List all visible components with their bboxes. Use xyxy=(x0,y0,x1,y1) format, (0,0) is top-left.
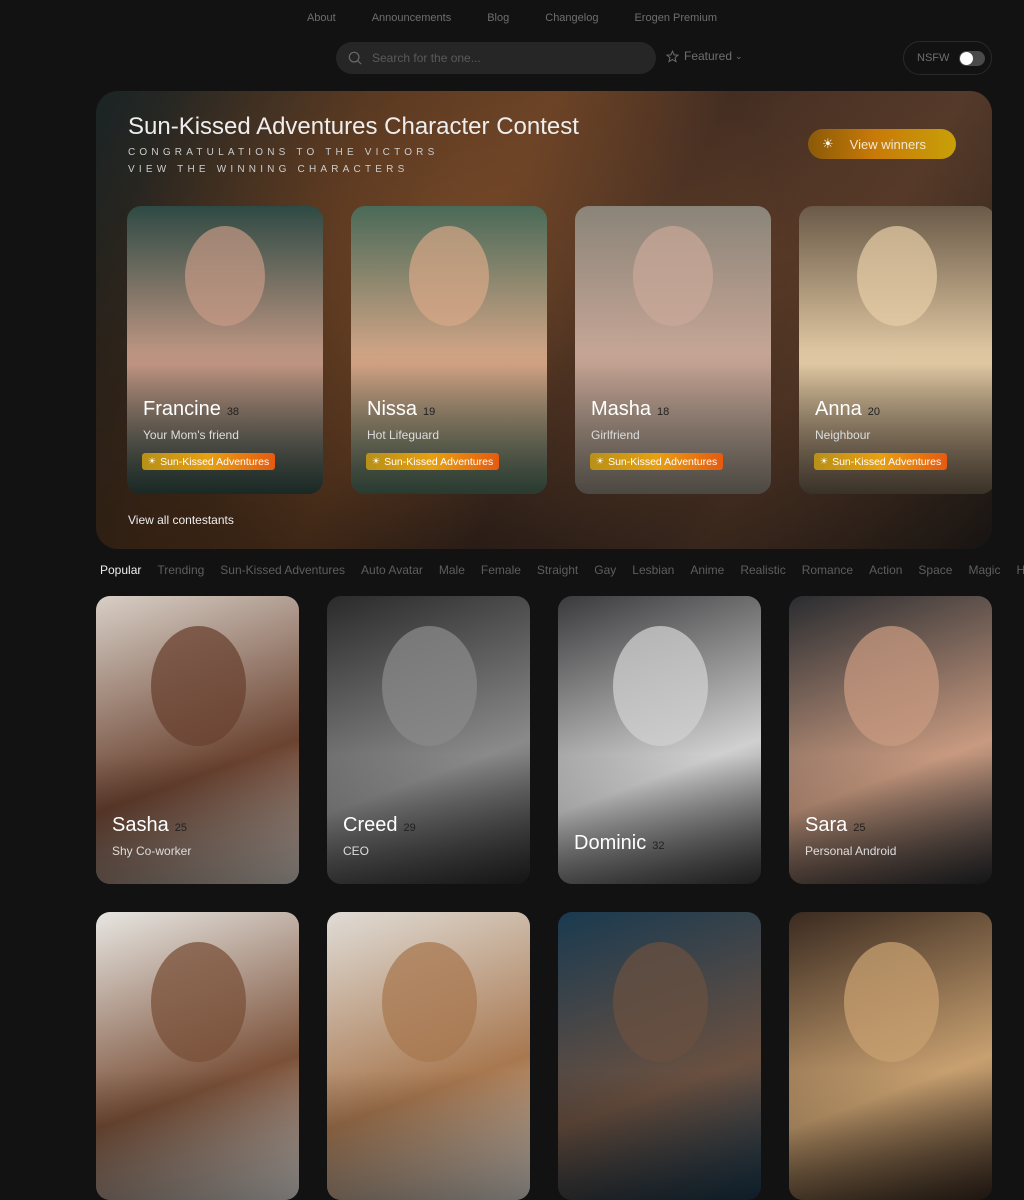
winner-card[interactable]: Nissa 19 Hot Lifeguard ☀ Sun-Kissed Advent… xyxy=(351,206,547,494)
toggle-switch[interactable] xyxy=(959,50,986,66)
character-role: CEO xyxy=(343,844,370,858)
contest-banner: Sun-Kissed Adventures Character Contest … xyxy=(96,91,992,549)
character-name: Nissa xyxy=(367,398,418,420)
tab-gay[interactable]: Gay xyxy=(594,563,616,577)
character-name: Francine xyxy=(143,398,221,420)
character-age: 25 xyxy=(174,822,187,834)
character-card[interactable]: Dominic 32 xyxy=(558,596,761,884)
search-bar xyxy=(336,42,656,74)
tab-lesbian[interactable]: Lesbian xyxy=(632,563,674,577)
tab-male[interactable]: Male xyxy=(439,563,465,577)
nav-changelog[interactable]: Changelog xyxy=(545,12,598,24)
category-tabs: Popular Trending Sun-Kissed Adventures Auto… xyxy=(100,563,1024,577)
search-input[interactable] xyxy=(372,51,632,65)
character-card[interactable] xyxy=(96,912,299,1200)
tab-anime[interactable]: Anime xyxy=(690,563,724,577)
contest-badge: ☀ Sun-Kissed Adventures xyxy=(590,453,724,470)
character-card[interactable] xyxy=(789,912,992,1200)
tab-sun-kissed-adventures[interactable]: Sun-Kissed Adventures xyxy=(220,563,345,577)
character-card[interactable]: Sara 25 Personal Android xyxy=(789,596,992,884)
character-card[interactable]: Creed 29 CEO xyxy=(327,596,530,884)
featured-dropdown[interactable]: Featured ⌄ xyxy=(666,49,743,63)
character-role: Girlfriend xyxy=(591,428,640,442)
nav-announcements[interactable]: Announcements xyxy=(372,12,452,24)
winner-card[interactable]: Anna 20 Neighbour ☀ Sun-Kissed Adventures xyxy=(799,206,992,494)
nsfw-toggle[interactable]: NSFW xyxy=(903,41,992,75)
view-all-contestants-link[interactable]: View all contestants xyxy=(128,513,234,527)
sun-icon: ☀ xyxy=(148,456,157,466)
nsfw-label: NSFW xyxy=(917,52,950,64)
contest-subtitle: CONGRATULATIONS TO THE VICTORS xyxy=(128,147,439,158)
character-name: Sasha xyxy=(112,814,169,836)
character-age: 19 xyxy=(423,406,436,418)
contest-badge: ☀ Sun-Kissed Adventures xyxy=(814,453,948,470)
character-name: Dominic xyxy=(574,832,647,854)
tab-popular[interactable]: Popular xyxy=(100,563,141,577)
sun-icon: ☀ xyxy=(596,456,605,466)
view-winners-label: View winners xyxy=(849,136,927,152)
character-card[interactable] xyxy=(327,912,530,1200)
character-age: 20 xyxy=(867,406,880,418)
search-icon xyxy=(348,51,362,65)
character-name: Creed xyxy=(343,814,398,836)
character-role: Your Mom's friend xyxy=(143,428,239,442)
character-name: Masha xyxy=(591,398,652,420)
star-icon xyxy=(666,49,679,63)
character-role: Neighbour xyxy=(815,428,871,442)
character-age: 25 xyxy=(853,822,866,834)
nav-blog[interactable]: Blog xyxy=(487,12,509,24)
featured-label: Featured xyxy=(684,49,733,63)
sun-icon: ☀ xyxy=(822,136,834,151)
contest-subtitle-2: VIEW THE WINNING CHARACTERS xyxy=(128,164,409,175)
contest-badge: ☀ Sun-Kissed Adventures xyxy=(142,453,276,470)
tab-female[interactable]: Female xyxy=(481,563,521,577)
tab-realistic[interactable]: Realistic xyxy=(740,563,785,577)
tab-space[interactable]: Space xyxy=(918,563,952,577)
tab-romance[interactable]: Romance xyxy=(802,563,853,577)
character-role: Shy Co-worker xyxy=(112,844,192,858)
chevron-down-icon: ⌄ xyxy=(735,50,743,61)
tab-straight[interactable]: Straight xyxy=(537,563,578,577)
character-name: Sara xyxy=(805,814,848,836)
character-age: 29 xyxy=(403,822,416,834)
view-winners-button[interactable]: ☀ View winners xyxy=(808,129,956,159)
tab-action[interactable]: Action xyxy=(869,563,902,577)
tab-trending[interactable]: Trending xyxy=(157,563,204,577)
sun-icon: ☀ xyxy=(820,456,829,466)
winner-card[interactable]: Francine 38 Your Mom's friend ☀ Sun-Kissed… xyxy=(127,206,323,494)
tab-magic[interactable]: Magic xyxy=(968,563,1000,577)
top-nav: About Announcements Blog Changelog Eroge… xyxy=(0,12,1024,24)
nav-premium[interactable]: Erogen Premium xyxy=(634,12,717,24)
contest-title: Sun-Kissed Adventures Character Contest xyxy=(128,113,579,140)
character-role: Personal Android xyxy=(805,844,897,858)
character-name: Anna xyxy=(815,398,862,420)
nav-about[interactable]: About xyxy=(307,12,336,24)
character-role: Hot Lifeguard xyxy=(367,428,440,442)
sun-icon: ☀ xyxy=(372,456,381,466)
winner-card[interactable]: Masha 18 Girlfriend ☀ Sun-Kissed Adventure… xyxy=(575,206,771,494)
tab-auto-avatar[interactable]: Auto Avatar xyxy=(361,563,423,577)
contest-badge: ☀ Sun-Kissed Adventures xyxy=(366,453,500,470)
character-age: 32 xyxy=(652,840,665,852)
character-age: 38 xyxy=(226,406,240,418)
tab-ho[interactable]: Ho xyxy=(1016,563,1024,577)
character-age: 18 xyxy=(657,406,670,418)
character-card[interactable]: Sasha 25 Shy Co-worker xyxy=(96,596,299,884)
character-card[interactable] xyxy=(558,912,761,1200)
